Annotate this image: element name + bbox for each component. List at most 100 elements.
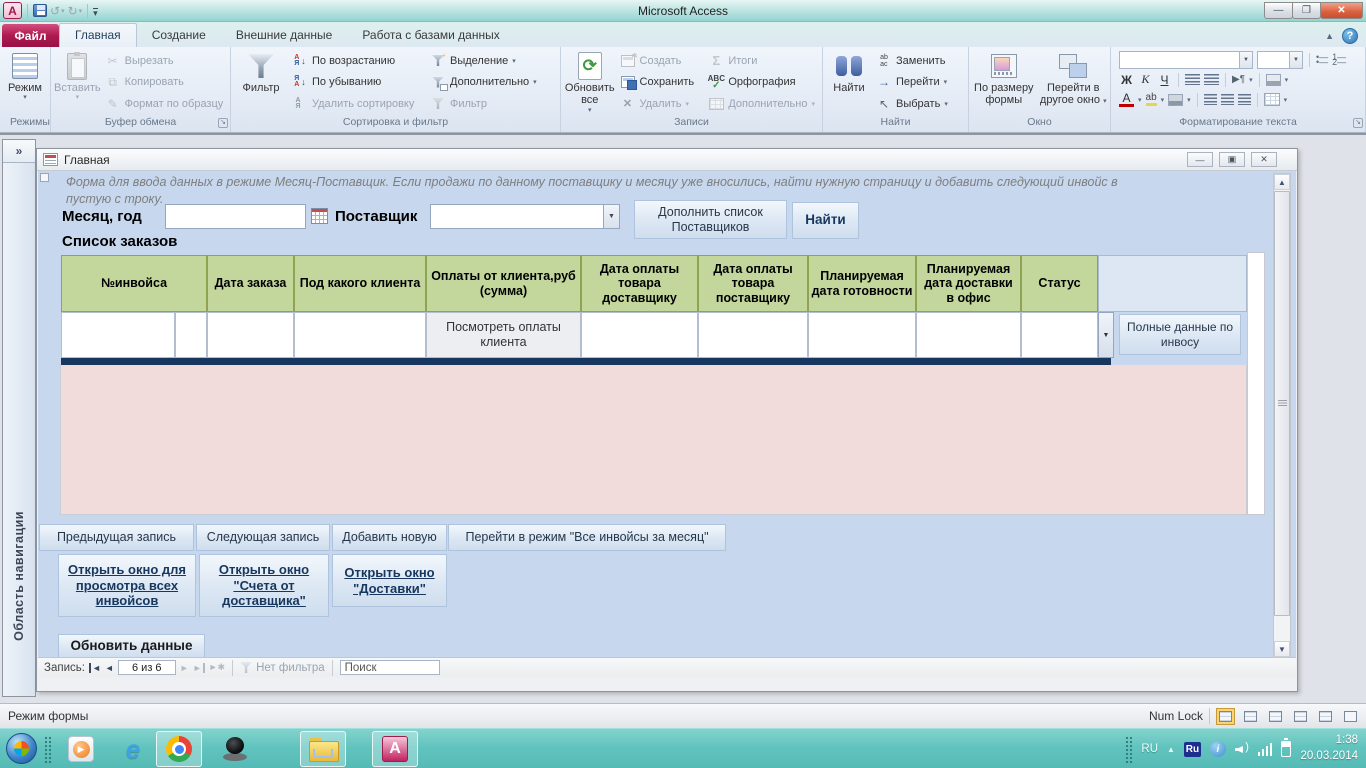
supplier-dropdown-icon[interactable]: ▼ [603, 204, 620, 229]
next-record-button[interactable]: Следующая запись [196, 524, 330, 551]
expand-navigation-pane-button[interactable]: » [3, 140, 35, 163]
next-record-icon[interactable]: ► [180, 663, 189, 673]
supplier-combo[interactable] [430, 204, 604, 229]
refresh-data-button[interactable]: Обновить данные [58, 634, 205, 659]
form-minimize-button[interactable]: — [1187, 152, 1213, 167]
highlight-color-button[interactable]: ab [1145, 93, 1157, 106]
tray-grip[interactable] [1125, 735, 1133, 763]
new-record-button[interactable]: Создать [616, 52, 705, 69]
help-icon[interactable]: ? [1342, 28, 1358, 44]
redo-button[interactable]: ↻ ▾ [68, 4, 83, 18]
open-all-invoices-window-button[interactable]: Открыть окно для просмотра всех инвойсов [58, 554, 196, 617]
column-header[interactable]: Оплаты от клиента,руб (сумма) [426, 255, 581, 312]
background-fill-icon[interactable] [1168, 93, 1184, 106]
bullets-icon[interactable]: •— •— [1316, 52, 1328, 66]
full-invoice-data-button[interactable]: Полные данные по инвосу [1119, 314, 1241, 355]
gridlines-icon[interactable] [1263, 93, 1280, 106]
volume-icon[interactable] [1235, 741, 1249, 755]
clock[interactable]: 1:38 20.03.2014 [1300, 733, 1358, 764]
hidden-icons-arrow[interactable]: ▲ [1167, 745, 1175, 754]
network-icon[interactable] [1257, 742, 1273, 756]
delete-record-button[interactable]: ✕ Удалить ▾ [616, 95, 705, 112]
last-record-icon[interactable]: ► [193, 662, 205, 673]
bold-button[interactable]: Ж [1119, 73, 1134, 87]
status-cell[interactable] [1021, 312, 1098, 358]
sort-ascending-button[interactable]: А Я ↓ По возрастанию [288, 52, 426, 69]
text-direction-icon[interactable]: ▶¶ [1232, 74, 1245, 85]
find-record-button[interactable]: Найти [792, 202, 859, 239]
form-view-icon[interactable] [1216, 707, 1235, 725]
selection-button[interactable]: Выделение ▾ [426, 51, 541, 69]
customize-qat-button[interactable]: ▾ [93, 7, 98, 17]
align-right-icon[interactable] [1237, 94, 1251, 105]
save-record-button[interactable]: Сохранить [616, 74, 705, 91]
client-cell[interactable] [294, 312, 426, 358]
camera-lens-icon[interactable] [212, 731, 258, 767]
totals-button[interactable]: Σ Итоги [704, 52, 819, 69]
restore-button[interactable]: ❐ [1292, 2, 1321, 19]
decrease-indent-icon[interactable] [1185, 74, 1200, 85]
first-record-icon[interactable]: ◄ [88, 662, 101, 673]
info-icon[interactable]: i [1209, 741, 1226, 757]
record-search-input[interactable]: Поиск [339, 660, 440, 675]
dialog-launcher-icon[interactable]: ↘ [1353, 118, 1363, 128]
pay-date-deliverer-cell[interactable] [581, 312, 698, 358]
align-center-icon[interactable] [1220, 94, 1234, 105]
all-invoices-mode-button[interactable]: Перейти в режим "Все инвойсы за месяц" [448, 524, 726, 551]
internet-explorer-icon[interactable]: e [110, 731, 156, 767]
form-vertical-scrollbar[interactable]: ▲ ▼ [1273, 173, 1291, 658]
switch-windows-button[interactable]: Перейти в другое окно ▾ [1040, 49, 1107, 116]
font-family-combo[interactable]: ▼ [1119, 50, 1253, 69]
advanced-filter-button[interactable]: Дополнительно ▾ [426, 74, 541, 91]
size-to-fit-form-button[interactable]: По размеру формы [972, 49, 1036, 116]
taskbar-grip[interactable] [44, 736, 51, 763]
form-window-titlebar[interactable]: Главная — ▣ ✕ [37, 149, 1297, 171]
datasheet-view-icon[interactable] [1241, 708, 1260, 725]
previous-record-button[interactable]: Предыдущая запись [39, 524, 194, 551]
tab-external-data[interactable]: Внешние данные [221, 24, 348, 47]
view-client-payments-button[interactable]: Посмотреть оплаты клиента [426, 312, 581, 358]
clear-sort-button[interactable]: АЯ Удалить сортировку [288, 95, 426, 112]
month-year-input[interactable] [165, 204, 306, 229]
battery-icon[interactable] [1281, 738, 1292, 757]
goto-button[interactable]: → Перейти ▾ [872, 74, 952, 91]
office-delivery-date-cell[interactable] [916, 312, 1021, 358]
invoice-aux-cell[interactable] [175, 312, 207, 358]
design-view-icon[interactable] [1341, 708, 1360, 725]
font-color-button[interactable]: А [1119, 92, 1134, 107]
underline-button[interactable]: Ч [1157, 73, 1172, 87]
view-button[interactable]: Режим ▾ [3, 49, 47, 116]
scroll-up-icon[interactable]: ▲ [1274, 174, 1290, 190]
tab-create[interactable]: Создание [137, 24, 221, 47]
ready-date-cell[interactable] [808, 312, 916, 358]
add-suppliers-button[interactable]: Дополнить список Поставщиков [634, 200, 787, 239]
align-left-icon[interactable] [1203, 94, 1217, 105]
numbering-icon[interactable]: 1— 2— [1332, 52, 1346, 66]
form-selector-box[interactable] [40, 173, 49, 182]
column-header[interactable]: Планируемая дата готовности [808, 255, 916, 312]
tab-file[interactable]: Файл [2, 24, 59, 47]
scroll-down-icon[interactable]: ▼ [1274, 641, 1290, 657]
tab-database-tools[interactable]: Работа с базами данных [347, 24, 514, 47]
keyboard-layout-badge[interactable]: Ru [1183, 741, 1201, 757]
refresh-all-button[interactable]: ⟳ Обновить все ▾ [564, 49, 616, 116]
pivotchart-view-icon[interactable] [1291, 708, 1310, 725]
record-position[interactable]: 6 из 6 [117, 660, 176, 675]
subform-hscrollbar[interactable] [61, 358, 1111, 365]
access-app-icon[interactable]: A [3, 2, 22, 19]
close-button[interactable]: ✕ [1320, 2, 1363, 19]
invoice-number-cell[interactable] [61, 312, 175, 358]
column-header[interactable]: Под какого клиента [294, 255, 426, 312]
column-header[interactable]: Дата оплаты товара поставщику [698, 255, 808, 312]
sort-descending-button[interactable]: Я А ↓ По убыванию [288, 74, 426, 91]
media-player-icon[interactable]: ▶ [58, 731, 104, 767]
access-taskbar-icon[interactable]: A [372, 731, 418, 767]
dialog-launcher-icon[interactable]: ↘ [218, 118, 228, 128]
font-size-combo[interactable]: ▼ [1257, 50, 1303, 69]
column-header[interactable]: №инвойса [61, 255, 207, 312]
tab-home[interactable]: Главная [59, 23, 137, 47]
layout-view-icon[interactable] [1316, 708, 1335, 725]
column-header[interactable]: Дата оплаты товара доставщику [581, 255, 698, 312]
italic-button[interactable]: К [1138, 72, 1153, 87]
chrome-icon[interactable] [156, 731, 202, 767]
